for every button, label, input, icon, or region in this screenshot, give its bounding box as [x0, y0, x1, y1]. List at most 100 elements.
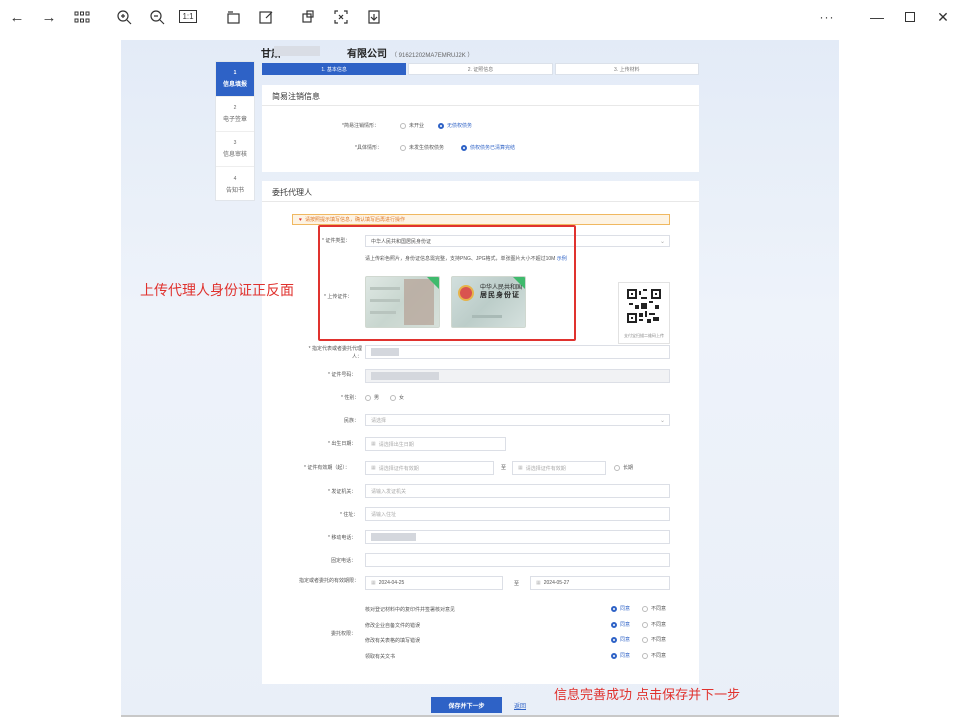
radio-label: 女 [399, 395, 405, 401]
agent-name-input[interactable] [365, 345, 670, 359]
edit-icon[interactable] [255, 6, 277, 28]
back-arrow-icon[interactable]: ← [6, 6, 28, 28]
ethnic-select[interactable]: 请选择 ⌄ [365, 414, 670, 426]
redacted-value [371, 533, 416, 541]
radio-dot [642, 636, 648, 643]
simple-cancel-card: 简易注销信息 *简易注销情形： 未开业 无债权债务 *具体情形： 未发生债权债务… [262, 85, 699, 172]
section-title: 简易注销信息 [272, 92, 320, 101]
phone-input[interactable] [365, 553, 670, 567]
warning-bar: ♥ 请按照提示填写信息，确认填写后再进行操作 [292, 214, 670, 225]
radio-dot [400, 144, 406, 151]
radio-long-term[interactable]: 长期 [614, 464, 633, 471]
radio-label: 长期 [623, 465, 634, 471]
sidenav-label: 告知书 [225, 187, 244, 194]
redacted-value [371, 348, 399, 356]
radio-dot [438, 122, 444, 129]
field-label: 民族： [344, 418, 360, 424]
field-label: 指定或者委托的有效期限： [299, 578, 360, 584]
field-label: * 移动电话： [328, 535, 357, 541]
radio-label: 不同意 [651, 653, 667, 659]
forward-arrow-icon[interactable]: → [38, 6, 60, 28]
scan-icon[interactable] [330, 6, 352, 28]
zoom-out-icon[interactable] [146, 6, 168, 28]
radio-dot [642, 621, 648, 628]
company-code: （ 91621202MA7EMRUJ2K ） [391, 53, 474, 59]
sidenav-item-signature[interactable]: 2 电子签章 [216, 97, 254, 132]
validity-start-input[interactable]: ▦ 请选择证件有效期 [365, 461, 494, 475]
field-label: 委托权限： [331, 631, 357, 637]
radio-agree[interactable]: 同意 [611, 605, 630, 612]
save-next-button[interactable]: 保存并下一步 [431, 697, 502, 713]
period-end-input[interactable]: ▦ 2024-05-27 [530, 576, 670, 590]
input-value: 2024-05-27 [543, 580, 570, 586]
more-icon[interactable]: ··· [816, 6, 838, 28]
radio-label: 未开业 [409, 123, 425, 129]
radio-label: 债权债务已清算完结 [470, 145, 516, 151]
radio-female[interactable]: 女 [390, 394, 404, 401]
radio-dot [611, 636, 617, 643]
radio-disagree[interactable]: 不同意 [642, 636, 666, 643]
mobile-input[interactable] [365, 530, 670, 544]
actual-size-icon[interactable]: 1:1 [179, 10, 197, 23]
id-number-input[interactable] [365, 369, 670, 383]
radio-label: 同意 [620, 606, 631, 612]
sidenav-label: 信息填报 [222, 82, 247, 88]
qr-upload[interactable]: 支付宝扫描二维码上传 [618, 282, 670, 344]
radio-dot [642, 652, 648, 659]
rotate-icon[interactable] [222, 6, 244, 28]
field-label: * 证件有效期（起）： [304, 465, 350, 471]
validity-end-input[interactable]: ▦ 请选择证件有效期 [512, 461, 606, 475]
grid-icon[interactable] [71, 6, 93, 28]
radio-label: 不同意 [651, 637, 667, 643]
calendar-icon: ▦ [371, 580, 376, 586]
sidenav-num: 1 [233, 70, 237, 76]
redacted-value [371, 372, 439, 380]
save-annotation: 信息完善成功 点击保存并下一步 [554, 688, 741, 703]
radio-dot [611, 652, 617, 659]
back-link[interactable]: 返回 [514, 701, 526, 710]
sidenav-label: 信息审核 [222, 152, 247, 158]
radio-male[interactable]: 男 [365, 394, 379, 401]
issuer-input[interactable]: 请输入发证机关 [365, 484, 670, 498]
radio-dot [461, 144, 467, 151]
radio-dot [611, 605, 617, 612]
radio-label: 不同意 [651, 622, 667, 628]
close-icon[interactable]: ✕ [932, 6, 954, 28]
radio-no-debt-occurred[interactable]: 未发生债权债务 [400, 144, 444, 151]
birth-date-input[interactable]: ▦ 请选择出生日期 [365, 437, 506, 451]
divider [121, 715, 839, 717]
zoom-in-icon[interactable] [113, 6, 135, 28]
radio-dot [400, 122, 406, 129]
radio-no-debt[interactable]: 无债权债务 [438, 122, 472, 129]
radio-disagree[interactable]: 不同意 [642, 652, 666, 659]
sidenav-item-notice[interactable]: 4 告知书 [216, 167, 254, 202]
period-start-input[interactable]: ▦ 2024-04-25 [365, 576, 503, 590]
maximize-icon[interactable] [899, 6, 921, 28]
radio-disagree[interactable]: 不同意 [642, 605, 666, 612]
field-label: * 发证机关： [328, 489, 357, 495]
sidenav-item-info[interactable]: 1 信息填报 [216, 62, 254, 97]
radio-debt-settled[interactable]: 债权债务已清算完结 [461, 144, 515, 151]
company-suffix: 有限公司 [347, 49, 387, 60]
download-icon[interactable] [363, 6, 385, 28]
radio-disagree[interactable]: 不同意 [642, 621, 666, 628]
qr-code-icon [627, 289, 661, 323]
select-placeholder: 请选择 [371, 417, 387, 424]
step-3: 3. 上传材料 [554, 63, 699, 75]
field-label: * 指定代表或者委托代理人： [308, 346, 362, 360]
radio-agree[interactable]: 同意 [611, 652, 630, 659]
field-label: 固定电话： [331, 558, 357, 564]
sidenav-item-review[interactable]: 3 信息审核 [216, 132, 254, 167]
radio-agree[interactable]: 同意 [611, 636, 630, 643]
input-value: 2024-04-25 [378, 580, 405, 586]
input-placeholder: 请输入发证机关 [371, 488, 407, 495]
address-input[interactable]: 请输入住址 [365, 507, 670, 521]
minimize-icon[interactable]: — [866, 6, 888, 28]
radio-agree[interactable]: 同意 [611, 621, 630, 628]
crop-icon[interactable] [297, 6, 319, 28]
qr-caption: 支付宝扫描二维码上传 [624, 333, 664, 338]
field-label: *具体情形： [355, 145, 382, 151]
radio-dot [611, 621, 617, 628]
radio-not-opened[interactable]: 未开业 [400, 122, 424, 129]
radio-label: 同意 [620, 653, 631, 659]
